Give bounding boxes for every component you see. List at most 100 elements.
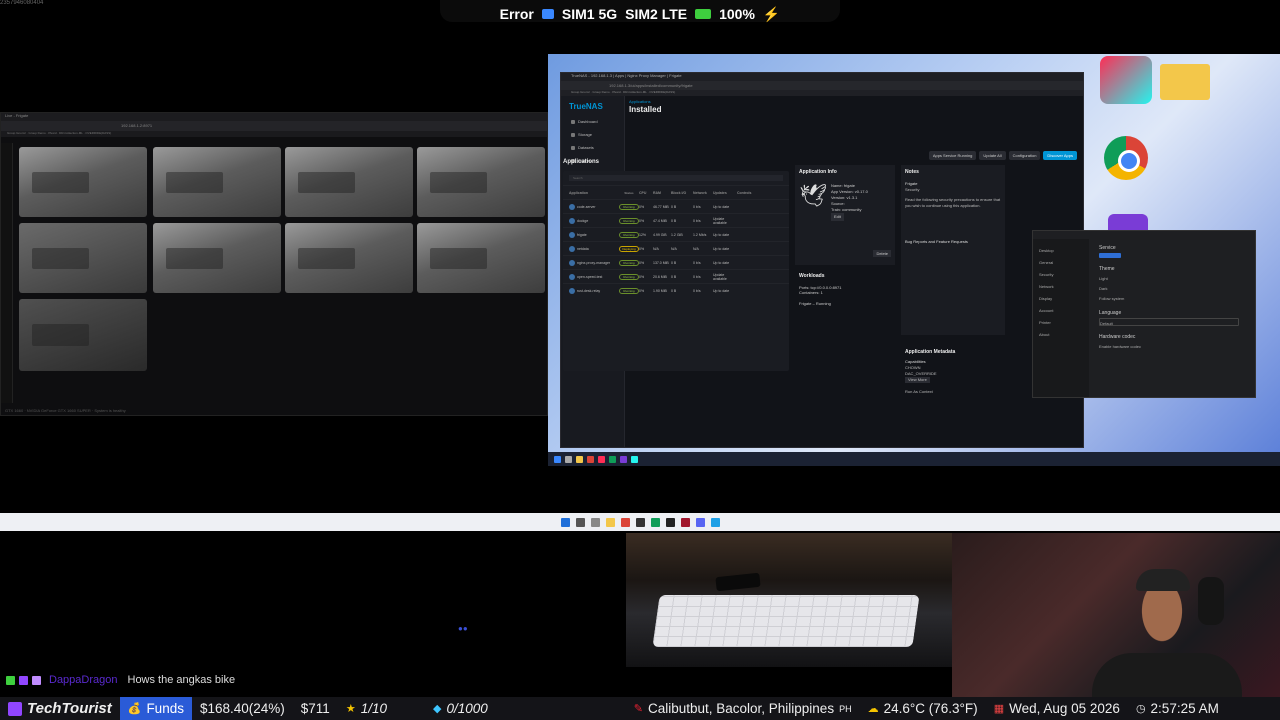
settings-nav-item[interactable]: Printer (1039, 317, 1083, 329)
sidebar-item-storage[interactable]: Storage (561, 128, 624, 141)
diamond-icon: ◆ (432, 703, 442, 715)
date-text: Wed, Aug 05 2026 (1009, 701, 1120, 716)
battery-level: 100% (719, 6, 755, 22)
app-icon[interactable] (620, 455, 627, 463)
discover-apps-button[interactable]: Discover Apps (1043, 151, 1077, 160)
table-row[interactable]: nginx-proxy-manager Running 0% 137.0 MiB 0 B… (563, 255, 789, 269)
application-info-card: Application Info 🕊 Name: frigate App Ver… (795, 165, 895, 265)
app-icon (569, 217, 575, 224)
camera-feed[interactable] (417, 223, 545, 293)
camera-feed[interactable] (19, 299, 147, 371)
hw-codec-checkbox[interactable]: Enable hardware codec (1099, 342, 1245, 352)
location-text: Calibutbut, Bacolor, Philippines (647, 701, 835, 716)
folder-icon[interactable] (1160, 64, 1210, 100)
table-header: Application Status CPU RAM Block I/O Net… (563, 185, 789, 199)
app-icon[interactable] (710, 517, 720, 527)
update-all-button[interactable]: Update All (979, 151, 1006, 160)
breadcrumb[interactable]: Applications (629, 99, 1079, 104)
search-icon[interactable] (575, 517, 585, 527)
frigate-sidebar[interactable] (1, 143, 13, 403)
app-icon[interactable] (635, 517, 645, 527)
sidebar-item-datasets[interactable]: Datasets (561, 141, 624, 154)
task-view-icon[interactable] (590, 517, 600, 527)
settings-nav-item[interactable]: Security (1039, 269, 1083, 281)
search-icon[interactable] (565, 455, 572, 463)
settings-dialog[interactable]: Desktop General Security Network Display… (1032, 230, 1256, 398)
chrome-icon[interactable] (587, 455, 594, 463)
table-row[interactable]: code-server Running 0% 46.77 MiB 0 B0 b/s Up … (563, 199, 789, 213)
app-icon[interactable] (665, 517, 675, 527)
folder-icon[interactable] (605, 517, 615, 527)
settings-nav-item[interactable]: Account (1039, 305, 1083, 317)
camera-feed[interactable] (19, 147, 147, 217)
settings-nav-item[interactable]: Network (1039, 281, 1083, 293)
app-icon[interactable] (650, 517, 660, 527)
charging-icon: ⚡ (762, 5, 781, 22)
truenas-tabs[interactable]: TrueNAS - 192.168.1.3 | Apps | Nginx Pro… (561, 73, 1083, 81)
time-text: 2:57:25 AM (1150, 701, 1219, 716)
host-taskbar (0, 513, 1280, 531)
chat-username[interactable]: DappaDragon (49, 674, 118, 686)
frigate-tab[interactable]: Live - Frigate (1, 113, 547, 121)
tiktok-icon[interactable] (1100, 56, 1152, 104)
app-icon[interactable] (598, 455, 605, 463)
chrome-icon[interactable] (1104, 136, 1148, 180)
search-input[interactable]: Search (569, 175, 783, 181)
app-icon[interactable] (609, 455, 616, 463)
camera-feed[interactable] (285, 223, 413, 293)
camera-feed[interactable] (19, 223, 147, 293)
table-row[interactable]: netdata Deploying 0% N/A N/A N/A Up to date (563, 241, 789, 255)
camera-feed[interactable] (153, 147, 281, 217)
sidebar-item-dashboard[interactable]: Dashboard (561, 115, 624, 128)
app-icon (569, 203, 575, 210)
camera-feed[interactable] (285, 147, 413, 217)
app-icon[interactable] (695, 517, 705, 527)
goal-segment: $711 (293, 697, 338, 720)
amount-segment: $168.40(24%) (192, 697, 293, 720)
table-row[interactable]: dockge Running 0% 47.4 MiB 0 B0 b/s Update av… (563, 213, 789, 227)
camera-feed[interactable] (417, 147, 545, 217)
delete-button[interactable]: Delete (873, 250, 891, 257)
chrome-icon[interactable] (620, 517, 630, 527)
windows-start-icon[interactable] (560, 517, 570, 527)
web-ui-button[interactable]: Edit (830, 213, 844, 221)
app-icon[interactable] (680, 517, 690, 527)
frigate-browser-window[interactable]: Live - Frigate 192.168.1.2:8971 Group Gn… (0, 112, 548, 416)
settings-nav-item[interactable]: About (1039, 329, 1083, 341)
language-select[interactable]: Default (1099, 318, 1239, 326)
truenas-url-bar[interactable]: 192.168.1.3/ui/apps/installed/community/… (561, 81, 1083, 90)
theme-option[interactable]: Light (1099, 274, 1245, 284)
metadata-card: Application Metadata Capabilities CHOWN … (905, 349, 956, 394)
weather-icon: ☁ (867, 703, 879, 715)
frigate-url-bar[interactable]: 192.168.1.2:8971 (1, 121, 547, 131)
configuration-button[interactable]: Configuration (1008, 151, 1041, 160)
frigate-status-line: GTX 1660 · NVIDIA GeForce GTX 1660 SUPER… (5, 408, 126, 413)
camera-feed[interactable] (153, 223, 281, 293)
table-row[interactable]: frigate Running 12% 4.99 GiB 1.2 GiB 1.2 Mb/s… (563, 227, 789, 241)
view-more-button[interactable]: View More (905, 377, 930, 383)
frigate-bookmarks-bar[interactable]: Group Gnomz · Group Demo · Plexid · DR-C… (1, 131, 547, 137)
truenas-logo: TrueNAS (569, 102, 603, 111)
settings-nav-item[interactable]: General (1039, 257, 1083, 269)
table-row[interactable]: open-speed-test Running 0% 20.6 MiB 0 B0 b/s… (563, 269, 789, 283)
funds-label: Funds (146, 701, 184, 716)
settings-nav-item[interactable]: Display (1039, 293, 1083, 305)
sim2-label: SIM2 LTE (625, 6, 688, 22)
theme-option[interactable]: Follow system (1099, 294, 1245, 304)
chat-message: DappaDragon Hows the angkas bike (6, 674, 235, 686)
location-segment: ✎ Calibutbut, Bacolor, Philippines PH (626, 697, 860, 720)
settings-nav-item[interactable]: Desktop (1039, 245, 1083, 257)
service-toggle[interactable] (1099, 253, 1121, 258)
truenas-bookmarks-bar[interactable]: Group Gnomz · Group Demo · Plexid · DR-C… (561, 90, 1083, 96)
notes-card: Notes Frigate Security Read the followin… (901, 165, 1005, 335)
chat-text: Hows the angkas bike (127, 674, 236, 686)
truenas-browser-window[interactable]: TrueNAS - 192.168.1.3 | Apps | Nginx Pro… (560, 72, 1084, 448)
folder-icon[interactable] (576, 455, 583, 463)
date-segment: ▦ Wed, Aug 05 2026 (986, 697, 1128, 720)
remote-desktop-window[interactable]: TrueNAS - 192.168.1.3 | Apps | Nginx Pro… (548, 54, 1280, 466)
phone-shape (715, 572, 761, 592)
windows-start-icon[interactable] (554, 455, 561, 463)
app-icon[interactable] (631, 455, 638, 463)
theme-option[interactable]: Dark (1099, 284, 1245, 294)
table-row[interactable]: rust-desk-relay Running 0% 1.90 MiB 0 B0 b/s… (563, 283, 789, 297)
